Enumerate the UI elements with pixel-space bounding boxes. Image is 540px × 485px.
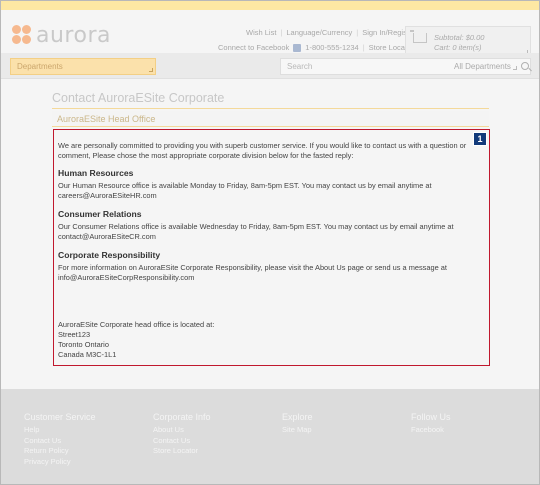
- cart-item-count: Cart: 0 item(s): [434, 43, 482, 52]
- departments-label: Departments: [17, 62, 63, 71]
- utility-links: Wish List | Language/Currency | Sign In/…: [246, 28, 416, 37]
- page-frame: aurora Wish List | Language/Currency | S…: [0, 0, 540, 485]
- footer-heading: Customer Service: [24, 412, 96, 422]
- section-text-consumer-relations: Our Consumer Relations office is availab…: [58, 222, 454, 241]
- page-title: Contact AuroraESite Corporate: [52, 91, 225, 105]
- section-heading-human-resources: Human Resources: [58, 168, 134, 178]
- top-stripe: [1, 1, 539, 10]
- head-office-content: 1 We are personally committed to providi…: [53, 129, 490, 366]
- nav-bar: Departments All Departments: [1, 53, 539, 79]
- footer-heading: Corporate Info: [153, 412, 211, 422]
- phone-icon: [293, 43, 302, 52]
- search-icon[interactable]: [521, 62, 529, 70]
- footer-link-privacy-policy[interactable]: Privacy Policy: [24, 457, 96, 468]
- flower-logo-icon: [12, 25, 32, 45]
- section-heading-corporate-responsibility: Corporate Responsibility: [58, 250, 161, 260]
- header: aurora Wish List | Language/Currency | S…: [1, 10, 539, 58]
- footer-heading: Follow Us: [411, 412, 451, 422]
- section-text-corporate-responsibility: For more information on AuroraESite Corp…: [58, 263, 447, 282]
- footer: Customer Service Help Contact Us Return …: [1, 389, 539, 484]
- footer-link-facebook[interactable]: Facebook: [411, 425, 451, 436]
- address-line-2: Toronto Ontario: [58, 340, 109, 349]
- resize-handle-icon: [149, 68, 153, 72]
- head-office-address: AuroraESite Corporate head office is loc…: [58, 320, 214, 360]
- intro-text: We are personally committed to providing…: [58, 141, 467, 160]
- address-line-1: Street123: [58, 330, 91, 339]
- footer-column-corporate-info: Corporate Info About Us Contact Us Store…: [153, 412, 211, 457]
- footer-link-contact-us[interactable]: Contact Us: [24, 436, 96, 447]
- section-text-human-resources: Our Human Resource office is available M…: [58, 181, 432, 200]
- logo[interactable]: aurora: [12, 22, 111, 48]
- footer-link-help[interactable]: Help: [24, 425, 96, 436]
- footer-link-site-map[interactable]: Site Map: [282, 425, 313, 436]
- section-heading-consumer-relations: Consumer Relations: [58, 209, 142, 219]
- search-department-select[interactable]: All Departments: [454, 62, 511, 71]
- search-bar: All Departments: [280, 58, 531, 75]
- connect-facebook-link[interactable]: Connect to Facebook: [218, 43, 289, 52]
- shopping-cart-icon: [410, 30, 427, 43]
- footer-link-store-locator[interactable]: Store Locator: [153, 446, 211, 457]
- footer-link-return-policy[interactable]: Return Policy: [24, 446, 96, 457]
- search-input[interactable]: [281, 59, 431, 74]
- logo-text: aurora: [36, 22, 111, 48]
- language-currency-link[interactable]: Language/Currency: [286, 28, 352, 37]
- wish-list-link[interactable]: Wish List: [246, 28, 276, 37]
- address-lead: AuroraESite Corporate head office is loc…: [58, 320, 215, 329]
- departments-button[interactable]: Departments: [10, 58, 156, 75]
- section-tab: AuroraESite Head Office: [52, 111, 489, 127]
- footer-heading: Explore: [282, 412, 313, 422]
- section-tab-label: AuroraESite Head Office: [57, 114, 156, 124]
- footer-column-explore: Explore Site Map: [282, 412, 313, 436]
- footer-link-about-us[interactable]: About Us: [153, 425, 211, 436]
- footer-link-contact-us[interactable]: Contact Us: [153, 436, 211, 447]
- phone-number: 1-800-555-1234: [305, 43, 359, 52]
- footer-column-follow-us: Follow Us Facebook: [411, 412, 451, 436]
- footer-column-customer-service: Customer Service Help Contact Us Return …: [24, 412, 96, 467]
- utility-links-secondary: Connect to Facebook 1-800-555-1234 | Sto…: [218, 43, 414, 52]
- cart-subtotal: Subtotal: $0.00: [434, 33, 485, 42]
- divider: [52, 108, 489, 109]
- resize-handle-icon: [513, 66, 517, 70]
- address-line-3: Canada M3C-1L1: [58, 350, 117, 359]
